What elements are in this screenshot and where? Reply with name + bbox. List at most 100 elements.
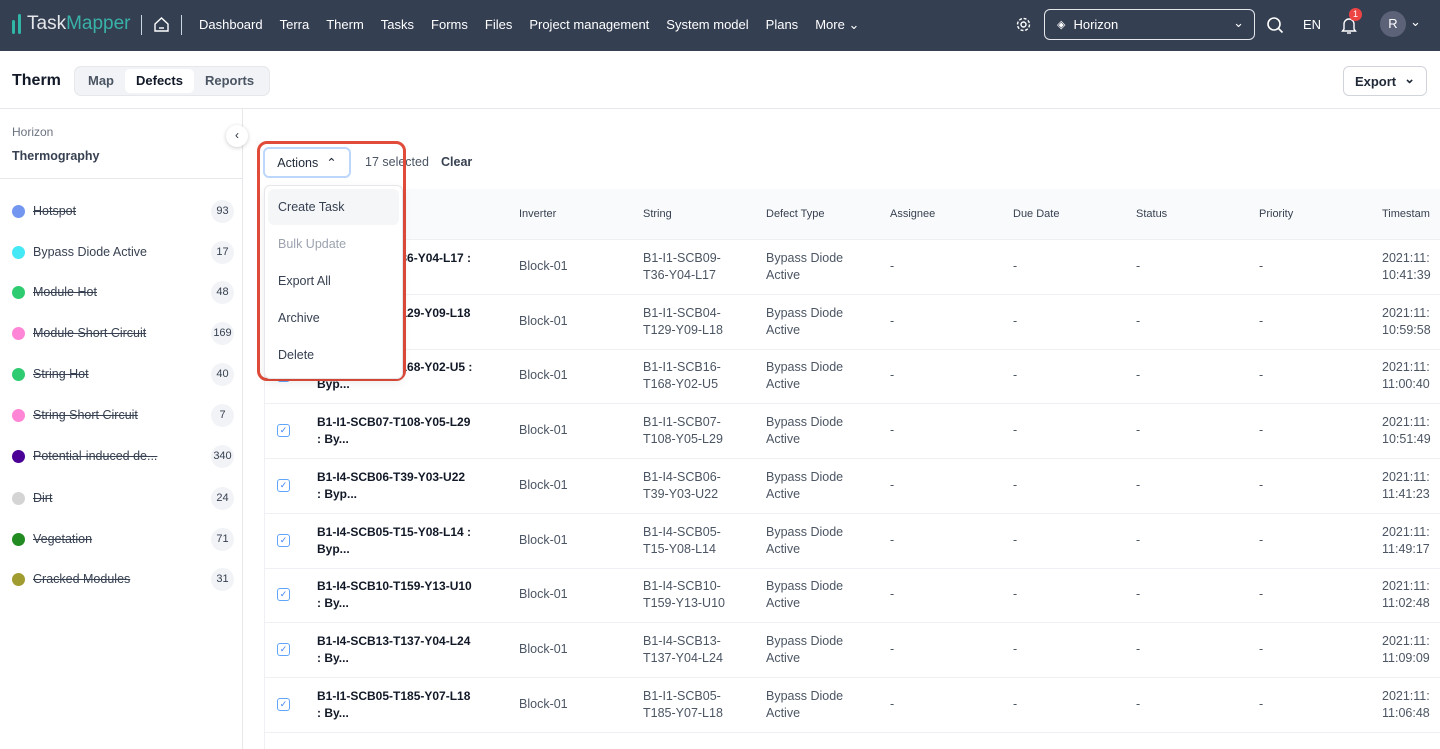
filter-count: 71 — [211, 527, 234, 551]
filter-count: 93 — [211, 199, 234, 223]
defect-filter-item[interactable]: Cracked Modules 31 — [12, 565, 234, 593]
defect-filter-item[interactable]: Potential-induced de... 340 — [12, 442, 234, 470]
project-selector[interactable]: ◈ Horizon ⌄ — [1044, 9, 1255, 40]
defect-filter-item[interactable]: Hotspot 93 — [12, 197, 234, 225]
table-row[interactable]: ✓ B1-I1-SCB16-T168-Y02-U5 :Byp... Block-… — [265, 349, 1440, 405]
collapse-sidebar-button[interactable]: ‹ — [226, 125, 248, 147]
timestamp-line2: 10:59:58 — [1382, 322, 1431, 337]
col-status[interactable]: Status — [1136, 208, 1167, 220]
actions-button[interactable]: Actions ⌃ — [263, 147, 351, 178]
export-label: Export — [1354, 73, 1397, 89]
defect-filter-item[interactable]: Dirt 24 — [12, 484, 234, 512]
defect-filter-item[interactable]: Bypass Diode Active 17 — [12, 238, 234, 266]
table-row[interactable]: ✓ B1-I1-SCB05-T185-Y07-L18: By... Block-… — [265, 678, 1440, 733]
chevron-down-icon[interactable]: ⌄ — [1410, 14, 1421, 30]
menu-item-delete[interactable]: Delete — [268, 337, 399, 373]
defect-name-line2: : By... — [317, 596, 349, 611]
row-checkbox[interactable]: ✓ — [277, 478, 290, 492]
timestamp-line2: 11:49:17 — [1382, 541, 1430, 556]
menu-item-archive[interactable]: Archive — [268, 300, 399, 336]
defect-filter-item[interactable]: Module Hot 48 — [12, 278, 234, 306]
defect-filter-item[interactable]: String Hot 40 — [12, 360, 234, 388]
clear-selection-button[interactable]: Clear — [441, 155, 472, 169]
nav-files[interactable]: Files — [485, 17, 512, 33]
defect-name-line2: Byp... — [317, 541, 350, 556]
language-selector[interactable]: EN — [1303, 17, 1321, 32]
nav-dashboard[interactable]: Dashboard — [199, 17, 263, 33]
defect-name[interactable]: B1-I1-SCB05-T185-Y07-L18: By... — [317, 688, 470, 722]
col-defect-type[interactable]: Defect Type — [766, 208, 825, 220]
due-date-cell: - — [1013, 259, 1018, 273]
string-cell: B1-I1-SCB04- T129-Y09-L18 — [643, 305, 723, 339]
defect-type-cell: Bypass Diode Active — [766, 359, 843, 393]
table-row[interactable]: ✓ B1-I1-SCB07-T108-Y05-L29: By... Block-… — [265, 404, 1440, 460]
row-checkbox[interactable]: ✓ — [277, 642, 290, 656]
table-row[interactable]: ✓ B1-I4-SCB10-T159-Y13-U10: By... Block-… — [265, 568, 1440, 624]
type-line1: Bypass Diode — [766, 579, 844, 594]
taskmapper-logo[interactable]: Task Mapper — [12, 13, 131, 35]
col-due-date[interactable]: Due Date — [1013, 208, 1059, 220]
nav-therm[interactable]: Therm — [326, 17, 364, 33]
defect-filter-item[interactable]: String Short Circuit 7 — [12, 401, 234, 429]
timestamp-cell: 2021:11: 11:49:17 — [1382, 524, 1430, 558]
col-timestamp[interactable]: Timestam — [1382, 208, 1430, 220]
nav-more-label: More — [815, 17, 845, 32]
tab-map[interactable]: Map — [77, 69, 125, 93]
defect-name[interactable]: B1-I4-SCB10-T159-Y13-U10: By... — [317, 578, 472, 612]
table-row[interactable]: ✓ B1-I4-SCB05-T15-Y08-L14 : Byp... Block-… — [265, 514, 1440, 569]
defect-filter-item[interactable]: Vegetation 71 — [12, 525, 234, 553]
nav-more[interactable]: More ⌄ — [815, 17, 859, 33]
table-row[interactable]: ✓ B1-I4-SCB13-T137-Y04-L24: By... Block-… — [265, 623, 1440, 678]
string-line1: B1-I1-SCB16- — [643, 360, 721, 375]
color-dot-icon — [12, 408, 25, 422]
assignee-cell: - — [890, 259, 895, 273]
col-inverter[interactable]: Inverter — [519, 208, 556, 220]
table-row[interactable]: ✓ B1-I4-SCB06-T39-Y03-U22: Byp... Block-… — [265, 459, 1440, 514]
defect-name-line2: : Byp... — [317, 486, 358, 501]
defect-name[interactable]: B1-I4-SCB13-T137-Y04-L24: By... — [317, 633, 470, 667]
col-priority[interactable]: Priority — [1259, 208, 1293, 220]
defect-name[interactable]: B1-I4-SCB06-T39-Y03-U22: Byp... — [317, 469, 465, 503]
gear-icon[interactable] — [1015, 16, 1032, 33]
export-button[interactable]: Export ⌄ — [1343, 66, 1427, 96]
row-checkbox[interactable]: ✓ — [277, 533, 290, 547]
defect-name[interactable]: B1-I4-SCB05-T15-Y08-L14 : Byp... — [317, 524, 471, 558]
inverter-cell: Block-01 — [519, 368, 568, 383]
col-assignee[interactable]: Assignee — [890, 208, 935, 220]
menu-item-export-all[interactable]: Export All — [268, 263, 399, 299]
nav-terra[interactable]: Terra — [280, 17, 310, 33]
avatar[interactable]: R — [1380, 11, 1406, 37]
divider — [181, 15, 182, 35]
nav-project-management[interactable]: Project management — [529, 17, 649, 33]
timestamp-cell: 2021:11: 10:41:39 — [1382, 250, 1431, 284]
search-icon[interactable] — [1266, 16, 1284, 34]
col-string[interactable]: String — [643, 208, 672, 220]
defect-name[interactable]: B1-I1-SCB07-T108-Y05-L29: By... — [317, 414, 470, 448]
type-line1: Bypass Diode — [766, 633, 844, 648]
menu-item-create-task[interactable]: Create Task — [268, 189, 399, 225]
tab-defects[interactable]: Defects — [125, 69, 194, 93]
filter-label: String Short Circuit — [33, 408, 138, 422]
tab-reports[interactable]: Reports — [194, 69, 265, 93]
color-dot-icon — [12, 285, 25, 299]
timestamp-line2: 10:51:49 — [1382, 432, 1431, 447]
actions-menu: Create Task Bulk Update Export All Archi… — [264, 185, 403, 379]
nav-system-model[interactable]: System model — [666, 17, 748, 33]
string-cell: B1-I1-SCB16- T168-Y02-U5 — [643, 359, 721, 393]
type-line2: Active — [766, 322, 801, 337]
nav-tasks[interactable]: Tasks — [381, 17, 414, 33]
filter-count: 31 — [211, 567, 234, 591]
row-checkbox[interactable]: ✓ — [277, 588, 290, 602]
page-header: Therm Map Defects Reports Export ⌄ — [0, 51, 1440, 109]
due-date-cell: - — [1013, 696, 1018, 711]
nav-forms[interactable]: Forms — [431, 17, 468, 33]
row-checkbox[interactable]: ✓ — [277, 697, 290, 711]
divider — [141, 15, 142, 35]
defect-filter-item[interactable]: Module Short Circuit 169 — [12, 319, 234, 347]
home-icon[interactable] — [153, 16, 170, 33]
chevron-down-icon: ⌄ — [1233, 15, 1244, 30]
nav-plans[interactable]: Plans — [766, 17, 799, 33]
table-row[interactable]: ✓ B1-I1-SCB04-T129-Y09-L18: Byp... Block… — [265, 295, 1440, 350]
row-checkbox[interactable]: ✓ — [277, 424, 290, 438]
table-row[interactable]: ✓ B1-I1-SCB09-T36-Y04-L17 :Byp... Block-… — [265, 240, 1440, 295]
